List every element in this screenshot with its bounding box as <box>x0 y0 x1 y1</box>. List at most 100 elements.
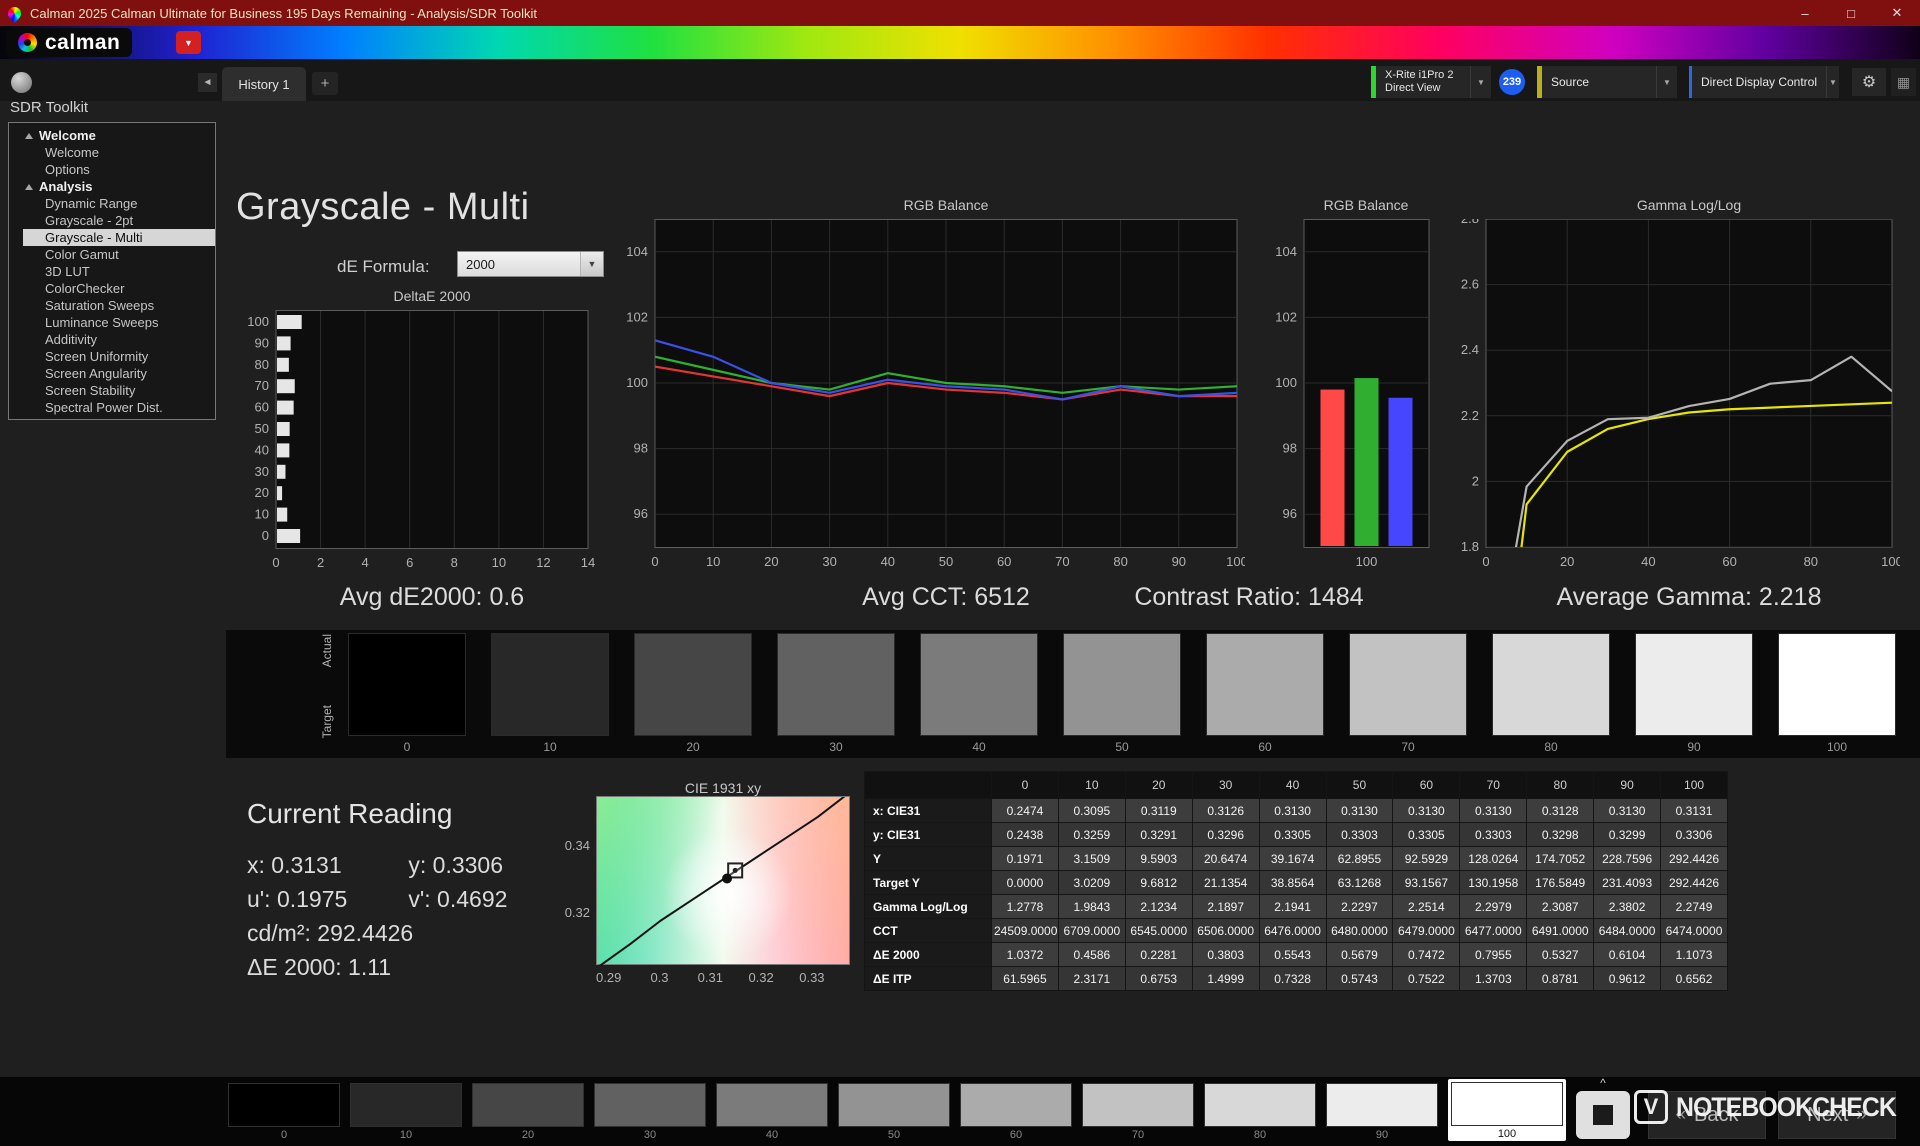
svg-text:80: 80 <box>1804 554 1818 569</box>
de-formula-select[interactable]: 2000 ▼ <box>457 251 604 277</box>
table-cell: 6479.0000 <box>1393 919 1460 943</box>
sidebar-item-additivity[interactable]: Additivity <box>9 331 215 348</box>
sidebar-section-welcome[interactable]: Welcome <box>9 127 215 144</box>
table-cell: 0.2438 <box>992 823 1059 847</box>
test-patch-color <box>1204 1083 1316 1127</box>
svg-text:4: 4 <box>362 555 369 570</box>
table-cell: 3.0209 <box>1058 871 1125 895</box>
test-patch-label: 30 <box>594 1129 706 1141</box>
cie-x-tick-label: 0.31 <box>690 970 730 985</box>
test-patch-color <box>1082 1083 1194 1127</box>
close-button[interactable]: ✕ <box>1874 0 1920 26</box>
current-reading-title: Current Reading <box>247 798 452 830</box>
table-cell: 62.8955 <box>1326 847 1393 871</box>
reading-uv: u': 0.1975 v': 0.4692 <box>247 886 507 913</box>
workflow-status-button[interactable] <box>11 72 32 93</box>
meter-dropdown-icon[interactable]: ▼ <box>1470 66 1491 98</box>
table-column-header: 30 <box>1192 772 1259 799</box>
test-patch-30[interactable]: 30 <box>594 1083 706 1141</box>
table-cell: 2.3087 <box>1527 895 1594 919</box>
test-patch-40[interactable]: 40 <box>716 1083 828 1141</box>
sidebar-item-screen-angularity[interactable]: Screen Angularity <box>9 365 215 382</box>
sidebar-section-analysis[interactable]: Analysis <box>9 178 215 195</box>
logo-dropdown-button[interactable]: ▼ <box>176 31 201 54</box>
back-button[interactable]: « Back <box>1648 1091 1766 1139</box>
test-patch-color <box>1326 1083 1438 1127</box>
svg-text:0: 0 <box>262 528 269 543</box>
sidebar-item-saturation-sweeps[interactable]: Saturation Sweeps <box>9 297 215 314</box>
table-cell: 2.2514 <box>1393 895 1460 919</box>
test-patch-100[interactable]: 100 <box>1448 1079 1566 1141</box>
table-cell: 0.2281 <box>1125 943 1192 967</box>
add-tab-button[interactable]: + <box>312 72 338 95</box>
sidebar-item-color-gamut[interactable]: Color Gamut <box>9 246 215 263</box>
table-cell: 1.4999 <box>1192 967 1259 991</box>
table-cell: 0.3119 <box>1125 799 1192 823</box>
table-cell: 0.3259 <box>1058 823 1125 847</box>
grayscale-swatch-80: 80 <box>1492 633 1610 754</box>
table-cell: 292.4426 <box>1661 871 1728 895</box>
table-cell: 0.3298 <box>1527 823 1594 847</box>
sidebar-item-grayscale-2pt[interactable]: Grayscale - 2pt <box>9 212 215 229</box>
table-cell: 0.7328 <box>1259 967 1326 991</box>
table-cell: 39.1674 <box>1259 847 1326 871</box>
test-patch-50[interactable]: 50 <box>838 1083 950 1141</box>
svg-text:104: 104 <box>626 244 648 259</box>
meter-selector[interactable]: X-Rite i1Pro 2 Direct View ▼ <box>1371 66 1491 98</box>
tab-history-1[interactable]: History 1 <box>222 67 306 101</box>
sidebar-item-screen-uniformity[interactable]: Screen Uniformity <box>9 348 215 365</box>
table-cell: 38.8564 <box>1259 871 1326 895</box>
table-cell: 0.3126 <box>1192 799 1259 823</box>
test-patch-80[interactable]: 80 <box>1204 1083 1316 1141</box>
swatch-list: 0102030405060708090100 <box>348 633 1896 754</box>
maximize-button[interactable]: □ <box>1828 0 1874 26</box>
layout-panel-button[interactable]: ▦ <box>1891 68 1916 96</box>
swatch-color <box>1635 633 1753 736</box>
test-patch-10[interactable]: 10 <box>350 1083 462 1141</box>
minimize-button[interactable]: – <box>1782 0 1828 26</box>
sidebar-item-options[interactable]: Options <box>9 161 215 178</box>
reading-x: x: 0.3131 <box>247 852 402 879</box>
sidebar-item-welcome[interactable]: Welcome <box>9 144 215 161</box>
test-patch-60[interactable]: 60 <box>960 1083 1072 1141</box>
reading-de: ΔE 2000: 1.11 <box>247 954 391 981</box>
swatch-color <box>491 633 609 736</box>
settings-gear-button[interactable]: ⚙ <box>1852 68 1886 96</box>
sidebar-item-spectral-power-dist[interactable]: Spectral Power Dist. <box>9 399 215 416</box>
svg-text:30: 30 <box>822 554 836 569</box>
source-selector[interactable]: Source ▼ <box>1537 66 1677 98</box>
test-patch-90[interactable]: 90 <box>1326 1083 1438 1141</box>
svg-text:60: 60 <box>1722 554 1736 569</box>
expand-caret-button[interactable]: ^ <box>1576 1077 1630 1089</box>
table-cell: 1.1073 <box>1661 943 1728 967</box>
test-patch-20[interactable]: 20 <box>472 1083 584 1141</box>
swatch-label: 40 <box>920 740 1038 754</box>
sidebar-item-screen-stability[interactable]: Screen Stability <box>9 382 215 399</box>
test-patch-0[interactable]: 0 <box>228 1083 340 1141</box>
display-control-dropdown-icon[interactable]: ▼ <box>1826 66 1839 98</box>
display-control-selector[interactable]: Direct Display Control ▼ <box>1689 66 1839 98</box>
table-cell: 1.3703 <box>1460 967 1527 991</box>
source-dropdown-icon[interactable]: ▼ <box>1656 66 1677 98</box>
sidebar-item-colorchecker[interactable]: ColorChecker <box>9 280 215 297</box>
sidebar-collapse-button[interactable]: ◄ <box>198 73 217 92</box>
svg-text:100: 100 <box>1356 554 1378 569</box>
test-patch-color <box>960 1083 1072 1127</box>
pattern-window-button[interactable] <box>1576 1091 1630 1139</box>
svg-text:60: 60 <box>997 554 1011 569</box>
swatch-label: 100 <box>1778 740 1896 754</box>
svg-text:10: 10 <box>255 507 269 522</box>
sidebar-title: SDR Toolkit <box>10 99 88 116</box>
sidebar-item-3d-lut[interactable]: 3D LUT <box>9 263 215 280</box>
rgb-balance-bar-chart: 9698100102104100 <box>1258 219 1437 575</box>
next-button[interactable]: Next » <box>1778 1091 1896 1139</box>
select-dropdown-icon: ▼ <box>580 252 603 276</box>
test-patch-70[interactable]: 70 <box>1082 1083 1194 1141</box>
swatch-label: 20 <box>634 740 752 754</box>
table-cell: 0.3130 <box>1259 799 1326 823</box>
sidebar-item-luminance-sweeps[interactable]: Luminance Sweeps <box>9 314 215 331</box>
sidebar-item-grayscale-multi[interactable]: Grayscale - Multi <box>23 229 215 246</box>
sidebar-item-dynamic-range[interactable]: Dynamic Range <box>9 195 215 212</box>
swatch-label: 0 <box>348 740 466 754</box>
reading-luminance: cd/m²: 292.4426 <box>247 920 413 947</box>
